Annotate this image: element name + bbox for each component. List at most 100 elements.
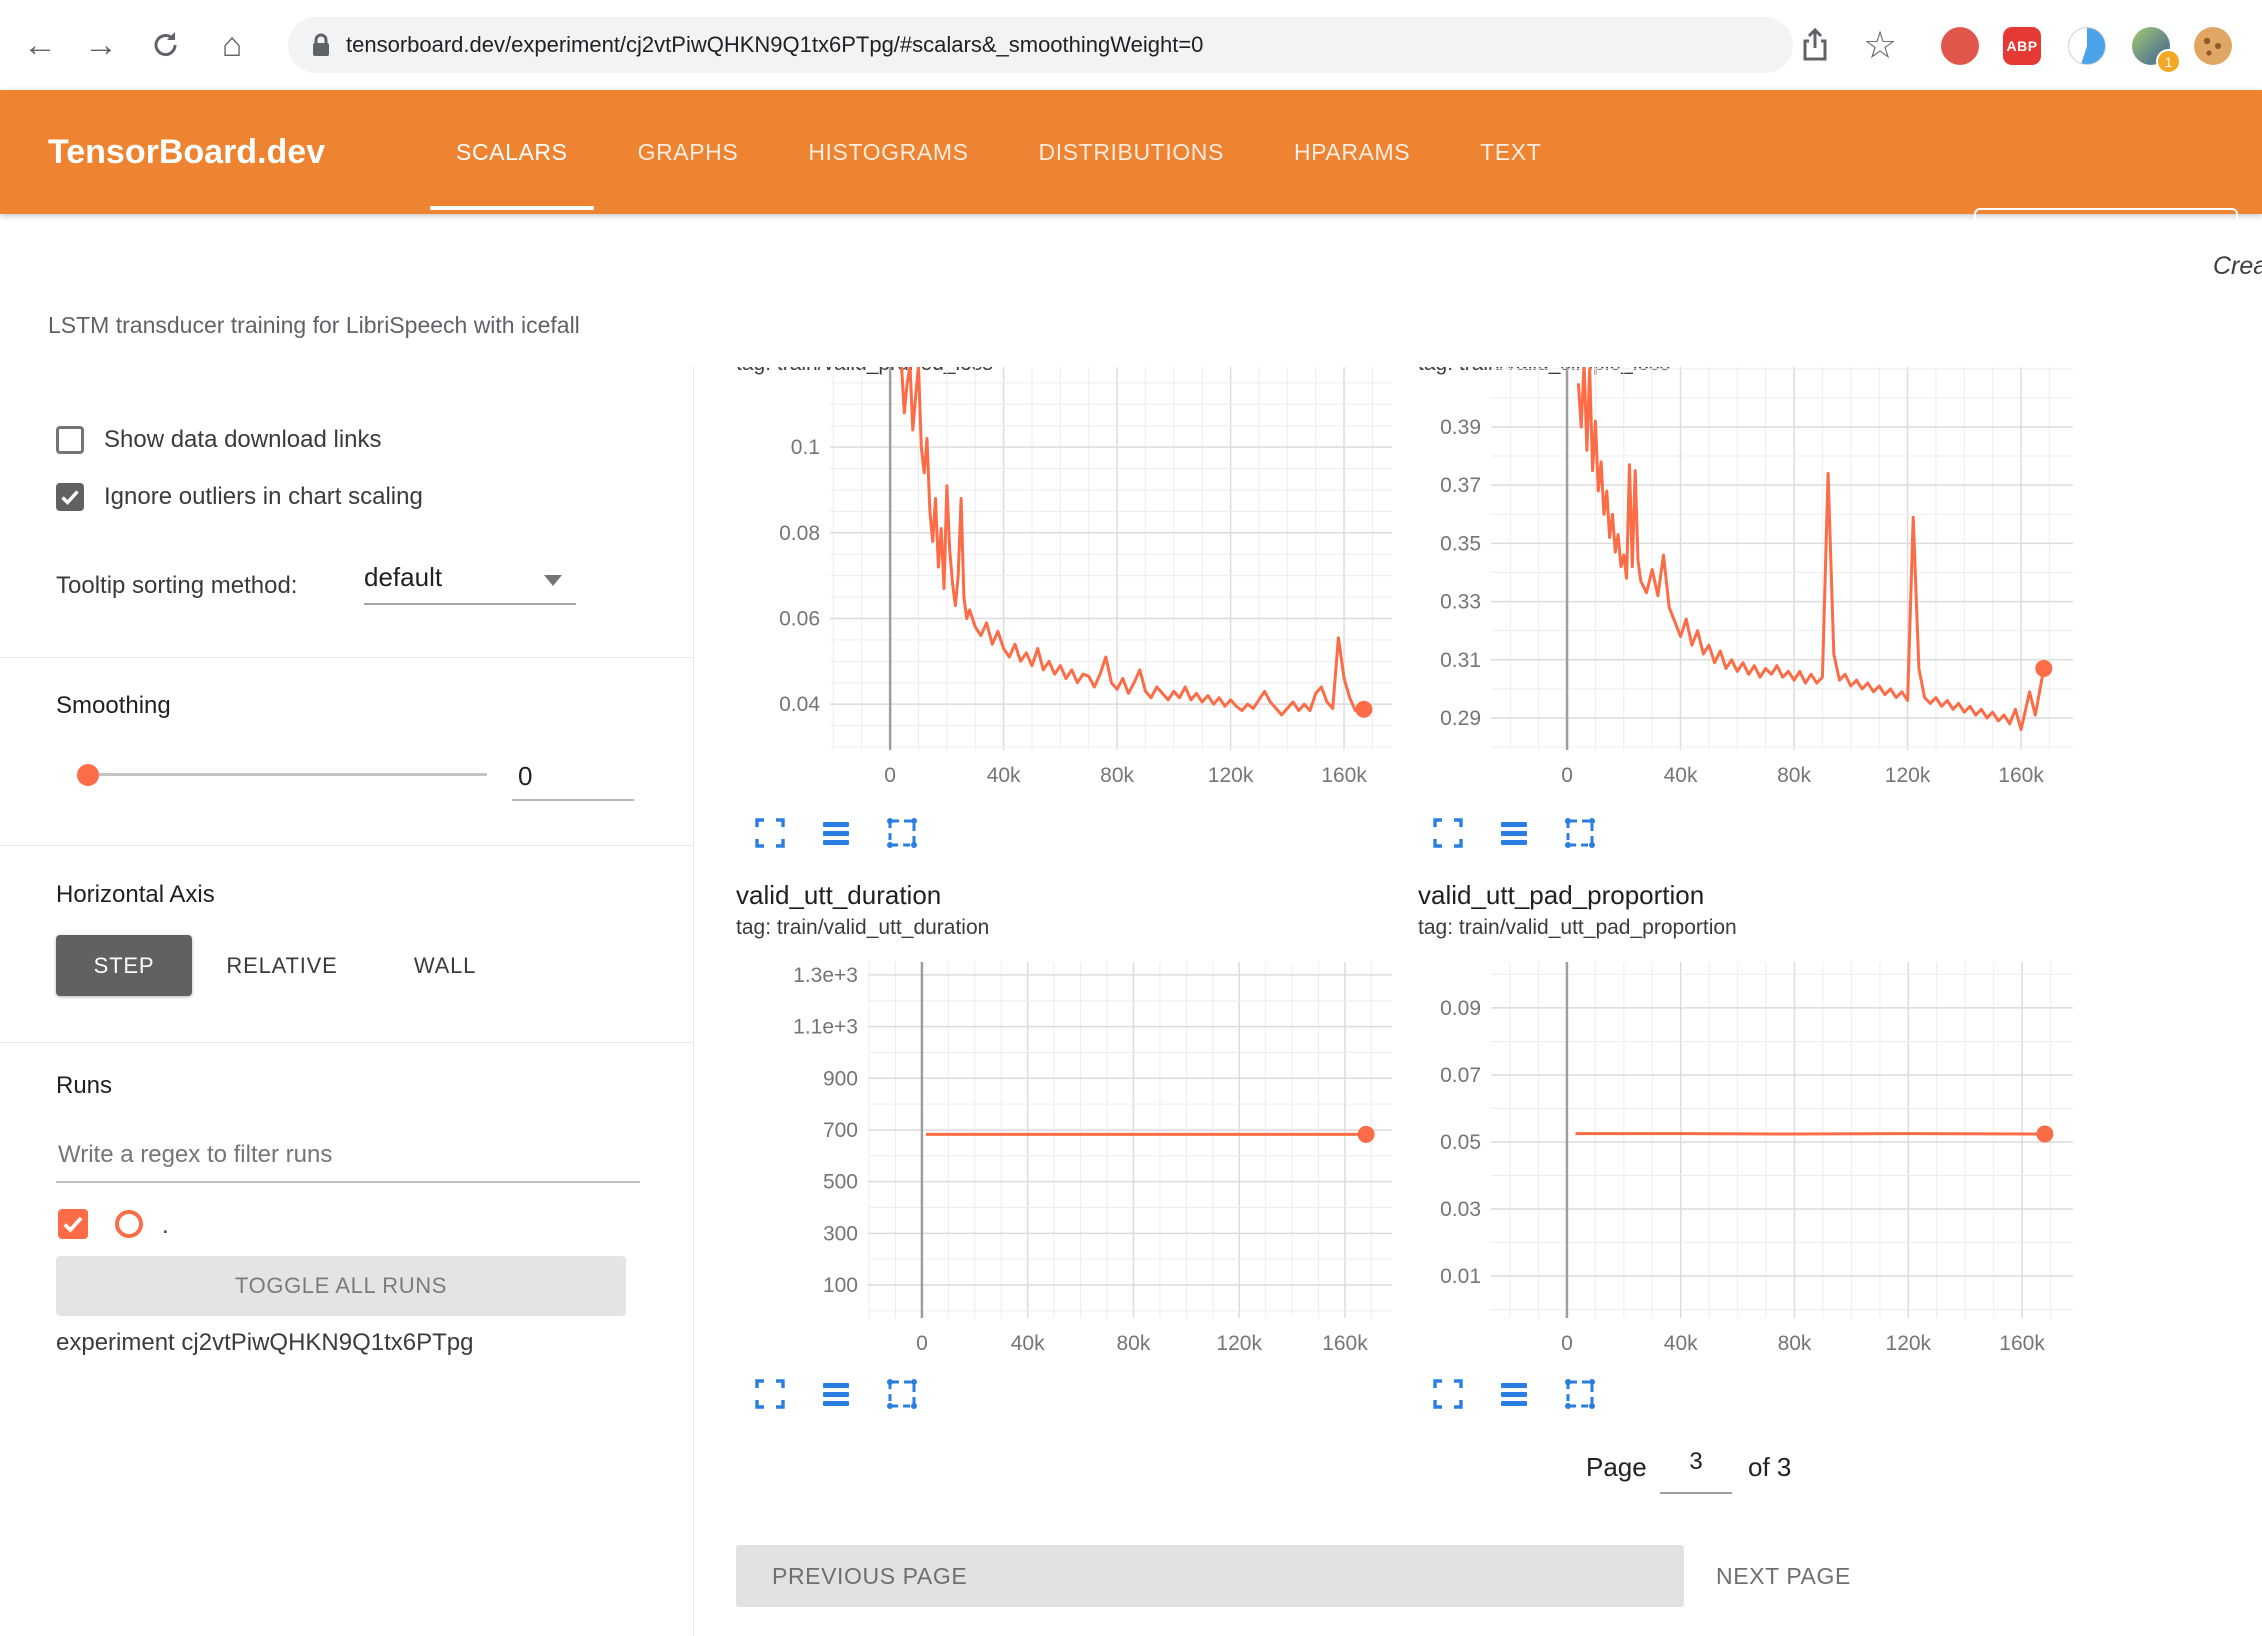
svg-text:0.04: 0.04 <box>779 693 820 716</box>
run-checkbox[interactable] <box>58 1209 88 1239</box>
nav-tabs: SCALARS GRAPHS HISTOGRAMS DISTRIBUTIONS … <box>430 90 1567 214</box>
svg-text:0.39: 0.39 <box>1440 416 1481 439</box>
send-feedback-button[interactable]: SEND FEEDBACK <box>1974 208 2238 274</box>
axis-step-button[interactable]: STEP <box>56 935 192 996</box>
svg-text:80k: 80k <box>1100 764 1134 787</box>
next-page-button[interactable]: NEXT PAGE <box>1716 1545 1851 1607</box>
svg-text:300: 300 <box>823 1222 858 1245</box>
chart-valid-loss-left: 0.10.080.060.04040k80k120k160k <box>736 367 1396 812</box>
expand-chart-icon[interactable] <box>1430 815 1466 851</box>
divider <box>0 1042 693 1043</box>
previous-page-button[interactable]: PREVIOUS PAGE <box>736 1545 1684 1607</box>
svg-text:120k: 120k <box>1886 1332 1932 1355</box>
chart-options-icon[interactable] <box>1496 815 1532 851</box>
show-download-links-checkbox[interactable] <box>56 426 84 454</box>
chart-options-icon[interactable] <box>1496 1376 1532 1412</box>
expand-chart-icon[interactable] <box>752 1376 788 1412</box>
bookmark-star-button[interactable]: ☆ <box>1856 23 1904 67</box>
brand-logo[interactable]: TensorBoard.dev <box>48 90 325 214</box>
svg-text:500: 500 <box>823 1171 858 1194</box>
tab-histograms[interactable]: HISTOGRAMS <box>782 90 994 214</box>
tab-distributions[interactable]: DISTRIBUTIONS <box>1013 90 1250 214</box>
profile-avatar[interactable]: 1 <box>2132 27 2170 65</box>
svg-text:160k: 160k <box>1998 764 2044 787</box>
axis-relative-button[interactable]: RELATIVE <box>224 935 340 996</box>
horizontal-axis-heading: Horizontal Axis <box>56 881 215 909</box>
expand-chart-icon[interactable] <box>1430 1376 1466 1412</box>
svg-text:80k: 80k <box>1117 1332 1151 1355</box>
axis-wall-button[interactable]: WALL <box>405 935 485 996</box>
chart-valid-utt-pad-proportion: 0.090.070.050.030.01040k80k120k160k <box>1413 962 2073 1362</box>
tab-scalars[interactable]: SCALARS <box>430 90 594 214</box>
svg-text:1.1e+3: 1.1e+3 <box>793 1016 858 1039</box>
experiment-id-label: experiment cj2vtPiwQHKN9Q1tx6PTpg <box>56 1329 474 1357</box>
smoothing-slider-track[interactable] <box>99 773 487 776</box>
chart4-title: valid_utt_pad_proportion <box>1418 880 1704 911</box>
tab-hparams[interactable]: HPARAMS <box>1268 90 1436 214</box>
chevron-down-icon <box>544 575 562 586</box>
expand-chart-icon[interactable] <box>752 815 788 851</box>
chart-valid-loss-right: 0.390.370.350.330.310.29040k80k120k160k <box>1413 367 2073 812</box>
chart4-tag: tag: train/valid_utt_pad_proportion <box>1418 916 1737 940</box>
screen: ← → ⌂ tensorboard.dev/experiment/cj2vtPi… <box>0 0 2262 1636</box>
adblock-extension-icon[interactable] <box>1941 27 1979 65</box>
svg-text:0.05: 0.05 <box>1440 1131 1481 1154</box>
chart-options-icon[interactable] <box>818 815 854 851</box>
runs-filter-input[interactable] <box>56 1129 640 1183</box>
smoothing-value-input[interactable]: 0 <box>512 753 634 801</box>
pie-extension-icon[interactable] <box>2068 27 2106 65</box>
lock-icon <box>308 31 334 59</box>
smoothing-slider-thumb[interactable] <box>77 764 99 786</box>
experiment-description: LSTM transducer training for LibriSpeech… <box>48 312 580 339</box>
fit-domain-icon[interactable] <box>884 815 920 851</box>
divider <box>0 657 693 658</box>
reload-button[interactable] <box>142 21 190 69</box>
chart2-actions <box>1430 815 1598 851</box>
svg-text:120k: 120k <box>1216 1332 1262 1355</box>
ignore-outliers-checkbox[interactable] <box>56 483 84 511</box>
svg-text:900: 900 <box>823 1067 858 1090</box>
fit-domain-icon[interactable] <box>884 1376 920 1412</box>
address-bar[interactable]: tensorboard.dev/experiment/cj2vtPiwQHKN9… <box>288 17 1793 73</box>
svg-text:0.29: 0.29 <box>1440 707 1481 730</box>
svg-text:1.3e+3: 1.3e+3 <box>793 964 858 987</box>
svg-text:0.33: 0.33 <box>1440 591 1481 614</box>
svg-text:40k: 40k <box>1664 1332 1698 1355</box>
svg-text:0.08: 0.08 <box>779 522 820 545</box>
svg-text:0: 0 <box>916 1332 928 1355</box>
svg-text:0.06: 0.06 <box>779 607 820 630</box>
svg-text:120k: 120k <box>1208 764 1254 787</box>
toggle-all-runs-button[interactable]: TOGGLE ALL RUNS <box>56 1256 626 1316</box>
check-icon <box>58 485 82 509</box>
svg-text:0.03: 0.03 <box>1440 1198 1481 1221</box>
cookie-extension-icon[interactable] <box>2194 27 2232 65</box>
browser-toolbar: ← → ⌂ tensorboard.dev/experiment/cj2vtPi… <box>0 0 2262 91</box>
svg-text:80k: 80k <box>1778 1332 1812 1355</box>
ignore-outliers-label: Ignore outliers in chart scaling <box>104 482 423 512</box>
runs-heading: Runs <box>56 1072 112 1100</box>
chart4-actions <box>1430 1376 1598 1412</box>
settings-sidebar: Show data download links Ignore outliers… <box>0 367 694 1636</box>
svg-text:40k: 40k <box>1664 764 1698 787</box>
fit-domain-icon[interactable] <box>1562 815 1598 851</box>
tab-text[interactable]: TEXT <box>1454 90 1567 214</box>
back-button[interactable]: ← <box>16 21 64 69</box>
svg-text:0.07: 0.07 <box>1440 1064 1481 1087</box>
fit-domain-icon[interactable] <box>1562 1376 1598 1412</box>
url-text: tensorboard.dev/experiment/cj2vtPiwQHKN9… <box>346 17 1203 73</box>
svg-text:0.1: 0.1 <box>791 436 820 459</box>
svg-text:0.35: 0.35 <box>1440 532 1481 555</box>
tab-graphs[interactable]: GRAPHS <box>612 90 765 214</box>
svg-text:120k: 120k <box>1885 764 1931 787</box>
forward-button[interactable]: → <box>77 21 125 69</box>
run-color-swatch <box>115 1210 143 1238</box>
svg-text:0: 0 <box>1561 764 1573 787</box>
page-number-input[interactable]: 3 <box>1660 1448 1732 1494</box>
reload-icon <box>149 28 183 62</box>
abp-extension-icon[interactable]: ABP <box>2003 27 2041 65</box>
cookie-dots-icon <box>2194 27 2232 65</box>
chart-options-icon[interactable] <box>818 1376 854 1412</box>
tooltip-sorting-dropdown[interactable]: default <box>364 555 576 605</box>
home-button[interactable]: ⌂ <box>208 21 256 69</box>
share-button[interactable] <box>1791 23 1839 67</box>
